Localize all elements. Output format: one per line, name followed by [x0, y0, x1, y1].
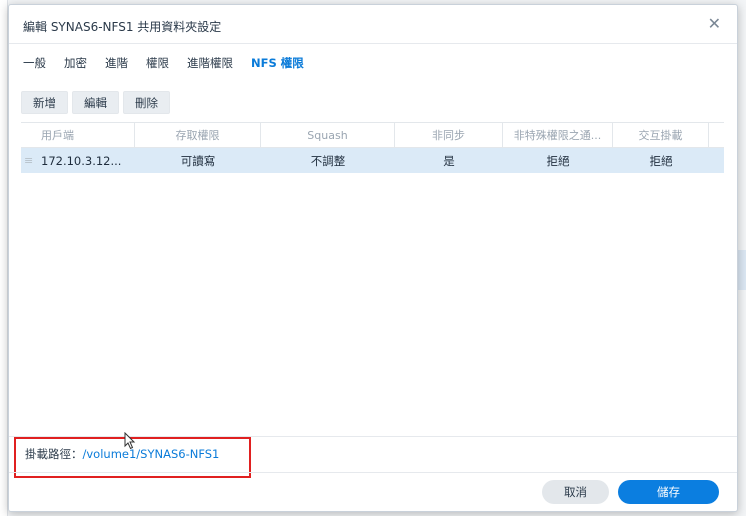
- cell-client: 172.10.3.12...: [41, 153, 122, 168]
- cell-squash: 不調整: [310, 153, 346, 168]
- cell-cross-mount: 拒絕: [649, 153, 673, 168]
- table-header: 用戶端 存取權限 Squash 非同步 非特殊權限之通... 交互掛載: [21, 122, 724, 148]
- tab-bar: 一般 加密 進階 權限 進階權限 NFS 權限: [23, 55, 322, 75]
- cell-non-privileged-port: 拒絕: [546, 153, 570, 168]
- save-button[interactable]: 儲存: [618, 480, 719, 504]
- column-header-squash[interactable]: Squash: [261, 123, 395, 147]
- background-sidebar: [0, 0, 8, 516]
- column-header-spacer: [709, 123, 724, 147]
- column-header-privilege[interactable]: 存取權限: [135, 123, 261, 147]
- delete-button[interactable]: 刪除: [123, 91, 170, 114]
- cancel-button[interactable]: 取消: [542, 480, 609, 504]
- edit-shared-folder-dialog: 編輯 SYNAS6-NFS1 共用資料夾設定 ✕ 一般 加密 進階 權限 進階權…: [8, 4, 738, 512]
- drag-handle-icon[interactable]: ≡: [24, 154, 33, 167]
- dialog-title: 編輯 SYNAS6-NFS1 共用資料夾設定: [23, 20, 222, 34]
- column-header-async[interactable]: 非同步: [395, 123, 503, 147]
- mouse-pointer-icon: [124, 432, 136, 450]
- nfs-rules-table: 用戶端 存取權限 Squash 非同步 非特殊權限之通... 交互掛載 ≡ 17…: [21, 122, 724, 173]
- column-header-client[interactable]: 用戶端: [21, 123, 135, 147]
- edit-button[interactable]: 編輯: [72, 91, 119, 114]
- tab-permissions[interactable]: 權限: [146, 55, 169, 75]
- table-row[interactable]: ≡ 172.10.3.12... 可讀寫 不調整 是 拒絕 拒絕: [21, 148, 724, 173]
- background-panel: [738, 250, 746, 290]
- close-icon[interactable]: ✕: [708, 14, 721, 34]
- cell-privilege: 可讀寫: [180, 153, 216, 168]
- cell-async: 是: [443, 153, 455, 168]
- toolbar: 新增 編輯 刪除: [21, 91, 174, 114]
- tab-general[interactable]: 一般: [23, 55, 46, 75]
- add-button[interactable]: 新增: [21, 91, 68, 114]
- tab-nfs-permissions[interactable]: NFS 權限: [251, 55, 304, 75]
- divider: [9, 43, 737, 44]
- tab-advanced-permissions[interactable]: 進階權限: [187, 55, 233, 75]
- tab-advanced[interactable]: 進階: [105, 55, 128, 75]
- divider: [9, 472, 737, 473]
- tab-encryption[interactable]: 加密: [64, 55, 87, 75]
- column-header-cross-mount[interactable]: 交互掛載: [613, 123, 709, 147]
- column-header-non-privileged-port[interactable]: 非特殊權限之通...: [503, 123, 613, 147]
